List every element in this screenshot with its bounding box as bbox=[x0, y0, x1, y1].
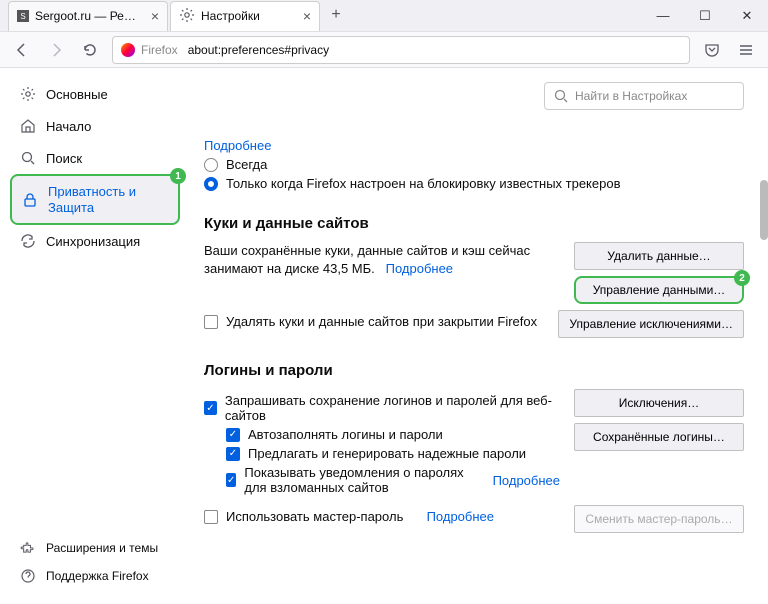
radio-label: Всегда bbox=[226, 157, 267, 172]
change-master-password-button: Сменить мастер-пароль… bbox=[574, 505, 744, 533]
firefox-icon bbox=[121, 43, 135, 57]
search-placeholder: Найти в Настройках bbox=[575, 89, 687, 103]
checkbox-master-password[interactable]: Использовать мастер-пароль Подробнее bbox=[204, 509, 560, 524]
checkbox-icon: ✓ bbox=[226, 428, 240, 442]
gear-icon bbox=[20, 86, 36, 102]
main-panel: Найти в Настройках Подробнее Всегда Толь… bbox=[190, 68, 768, 604]
scrollbar[interactable] bbox=[760, 180, 768, 240]
sidebar-item-privacy[interactable]: 1 Приватность и Защита bbox=[10, 174, 180, 225]
puzzle-icon bbox=[20, 540, 36, 556]
sidebar-item-extensions[interactable]: Расширения и темы bbox=[10, 534, 180, 562]
cookies-description: Ваши сохранённые куки, данные сайтов и к… bbox=[204, 242, 560, 278]
url-bar[interactable]: Firefox about:preferences#privacy bbox=[112, 36, 690, 64]
checkbox-label: Показывать уведомления о паролях для взл… bbox=[244, 465, 469, 495]
tab-title: Настройки bbox=[201, 9, 297, 23]
close-icon[interactable]: × bbox=[151, 8, 159, 24]
checkbox-icon: ✓ bbox=[204, 401, 217, 415]
help-icon bbox=[20, 568, 36, 584]
checkbox-delete-on-close[interactable]: Удалять куки и данные сайтов при закрыти… bbox=[204, 314, 544, 329]
checkbox-label: Использовать мастер-пароль bbox=[226, 509, 403, 524]
sidebar-item-search[interactable]: Поиск bbox=[10, 142, 180, 174]
logins-exceptions-button[interactable]: Исключения… bbox=[574, 389, 744, 417]
sidebar: Основные Начало Поиск 1 Приватность и За… bbox=[0, 68, 190, 604]
menu-button[interactable] bbox=[734, 38, 758, 62]
checkbox-breach-alerts[interactable]: ✓ Показывать уведомления о паролях для в… bbox=[226, 465, 560, 495]
sidebar-item-label: Расширения и темы bbox=[46, 541, 158, 555]
lock-icon bbox=[22, 192, 38, 208]
sidebar-item-label: Поиск bbox=[46, 151, 82, 166]
forward-button[interactable] bbox=[44, 38, 68, 62]
close-button[interactable]: ✕ bbox=[726, 0, 768, 32]
radio-always[interactable]: Всегда bbox=[204, 157, 744, 172]
sync-icon bbox=[20, 233, 36, 249]
radio-icon bbox=[204, 177, 218, 191]
favicon-sergoot: S bbox=[17, 10, 29, 22]
home-icon bbox=[20, 118, 36, 134]
details-link[interactable]: Подробнее bbox=[204, 138, 744, 153]
section-heading-logins: Логины и пароли bbox=[204, 362, 744, 379]
back-button[interactable] bbox=[10, 38, 34, 62]
url-brand: Firefox bbox=[141, 43, 178, 57]
search-icon bbox=[553, 88, 569, 104]
sidebar-item-label: Основные bbox=[46, 87, 108, 102]
search-icon bbox=[20, 150, 36, 166]
checkbox-icon: ✓ bbox=[226, 447, 240, 461]
checkbox-icon bbox=[204, 510, 218, 524]
checkbox-label: Удалять куки и данные сайтов при закрыти… bbox=[226, 314, 537, 329]
url-text: about:preferences#privacy bbox=[188, 43, 329, 57]
cookies-more-link[interactable]: Подробнее bbox=[386, 261, 453, 276]
checkbox-icon bbox=[204, 315, 218, 329]
sidebar-item-general[interactable]: Основные bbox=[10, 78, 180, 110]
settings-search[interactable]: Найти в Настройках bbox=[544, 82, 744, 110]
minimize-button[interactable]: — bbox=[642, 0, 684, 32]
checkbox-label: Запрашивать сохранение логинов и паролей… bbox=[225, 393, 560, 423]
tab-settings[interactable]: Настройки × bbox=[170, 1, 320, 31]
sidebar-item-label: Приватность и Защита bbox=[48, 184, 168, 215]
close-icon[interactable]: × bbox=[303, 8, 311, 24]
new-tab-button[interactable]: + bbox=[322, 1, 350, 29]
maximize-button[interactable]: ☐ bbox=[684, 0, 726, 32]
annotation-badge: 2 bbox=[734, 270, 750, 286]
radio-icon bbox=[204, 158, 218, 172]
checkbox-ask-save-passwords[interactable]: ✓ Запрашивать сохранение логинов и парол… bbox=[204, 393, 560, 423]
tab-title: Sergoot.ru — Решение ваших bbox=[35, 9, 145, 23]
sidebar-item-home[interactable]: Начало bbox=[10, 110, 180, 142]
reload-button[interactable] bbox=[78, 38, 102, 62]
annotation-badge: 1 bbox=[170, 168, 186, 184]
checkbox-autofill[interactable]: ✓ Автозаполнять логины и пароли bbox=[226, 427, 560, 442]
tab-sergoot[interactable]: S Sergoot.ru — Решение ваших × bbox=[8, 1, 168, 31]
sidebar-item-label: Начало bbox=[46, 119, 91, 134]
master-more-link[interactable]: Подробнее bbox=[427, 509, 494, 524]
clear-data-button[interactable]: Удалить данные… bbox=[574, 242, 744, 270]
sidebar-item-label: Поддержка Firefox bbox=[46, 569, 149, 583]
sidebar-item-support[interactable]: Поддержка Firefox bbox=[10, 562, 180, 590]
checkbox-label: Предлагать и генерировать надежные парол… bbox=[248, 446, 526, 461]
checkbox-icon: ✓ bbox=[226, 473, 236, 487]
gear-icon bbox=[179, 7, 195, 26]
saved-logins-button[interactable]: Сохранённые логины… bbox=[574, 423, 744, 451]
checkbox-suggest-passwords[interactable]: ✓ Предлагать и генерировать надежные пар… bbox=[226, 446, 560, 461]
radio-label: Только когда Firefox настроен на блокиро… bbox=[226, 176, 621, 191]
manage-exceptions-button[interactable]: Управление исключениями… bbox=[558, 310, 744, 338]
sidebar-item-label: Синхронизация bbox=[46, 234, 140, 249]
alerts-more-link[interactable]: Подробнее bbox=[493, 473, 560, 488]
sidebar-item-sync[interactable]: Синхронизация bbox=[10, 225, 180, 257]
pocket-icon[interactable] bbox=[700, 38, 724, 62]
section-heading-cookies: Куки и данные сайтов bbox=[204, 215, 744, 232]
radio-only-blocking[interactable]: Только когда Firefox настроен на блокиро… bbox=[204, 176, 744, 191]
checkbox-label: Автозаполнять логины и пароли bbox=[248, 427, 443, 442]
manage-data-button[interactable]: 2 Управление данными… bbox=[574, 276, 744, 304]
